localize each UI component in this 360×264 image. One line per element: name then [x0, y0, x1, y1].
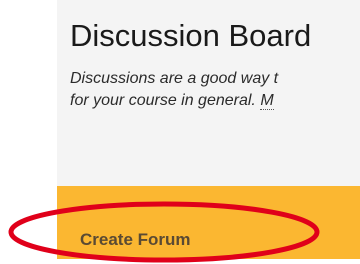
create-forum-button[interactable]: Create Forum: [80, 230, 191, 250]
page-description: Discussions are a good way t for your co…: [70, 68, 360, 112]
screenshot-canvas: Discussion Board Discussions are a good …: [0, 0, 360, 264]
more-help-link[interactable]: M: [260, 92, 274, 110]
description-line-2-text: for your course in general.: [70, 92, 261, 109]
description-line-1: Discussions are a good way t: [70, 70, 279, 87]
description-line-2: for your course in general. M: [70, 90, 360, 112]
page-title: Discussion Board: [70, 18, 312, 53]
